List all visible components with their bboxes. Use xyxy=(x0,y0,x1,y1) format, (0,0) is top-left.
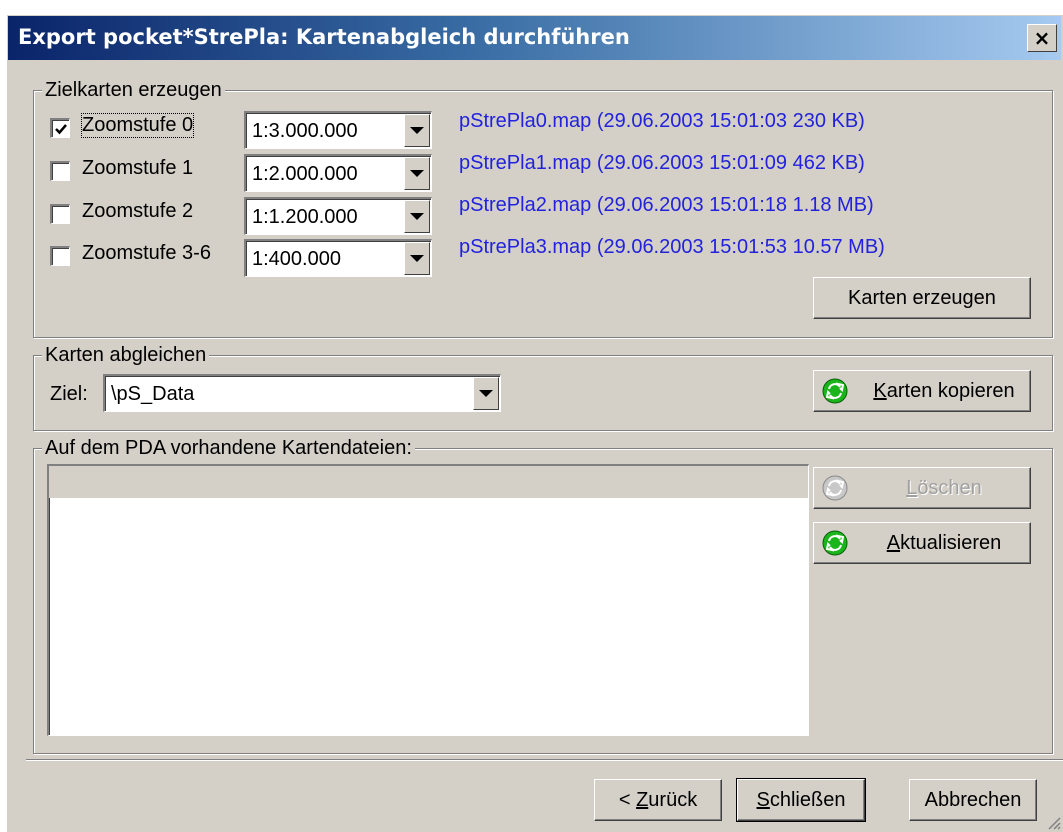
pda-file-list[interactable] xyxy=(47,464,809,736)
target-label: Ziel: xyxy=(50,383,88,405)
close-label: chließen xyxy=(769,788,846,811)
close-button[interactable]: × xyxy=(1027,24,1057,52)
zoom2-label[interactable]: Zoomstufe 2 xyxy=(82,200,193,223)
zoom2-map-info: pStrePla2.map (29.06.2003 15:01:18 1.18 … xyxy=(459,194,874,216)
sync-icon xyxy=(822,530,848,556)
cancel-button[interactable]: Abbrechen xyxy=(909,779,1037,821)
resize-grip-icon[interactable] xyxy=(1045,814,1061,830)
zoom0-map-info: pStrePla0.map (29.06.2003 15:01:03 230 K… xyxy=(459,110,865,132)
chevron-down-icon[interactable] xyxy=(404,114,430,147)
zoom3-checkbox[interactable] xyxy=(50,246,70,266)
chevron-down-icon[interactable] xyxy=(404,200,430,233)
karten-erzeugen-button[interactable]: Karten erzeugen xyxy=(813,277,1031,319)
close-dialog-button[interactable]: Schließen xyxy=(736,778,866,822)
back-button[interactable]: < Zurück xyxy=(594,779,722,821)
zoom3-map-info: pStrePla3.map (29.06.2003 15:01:53 10.57… xyxy=(459,236,885,258)
zoom0-checkbox[interactable] xyxy=(50,118,70,138)
dialog-window: Export pocket*StrePla: Kartenabgleich du… xyxy=(6,14,1063,832)
copy-accel: K xyxy=(873,379,887,402)
zoom3-label[interactable]: Zoomstufe 3-6 xyxy=(82,242,211,265)
checkmark-icon xyxy=(54,123,67,134)
group-abgleich-title: Karten abgleichen xyxy=(42,342,210,368)
sync-disabled-icon xyxy=(822,475,848,501)
zoom1-map-info: pStrePla1.map (29.06.2003 15:01:09 462 K… xyxy=(459,152,865,174)
loeschen-button[interactable]: Löschen xyxy=(813,467,1031,509)
close-accel: S xyxy=(756,788,770,811)
zoom0-scale-select[interactable]: 1:3.000.000 xyxy=(244,111,432,149)
sync-icon xyxy=(822,378,848,404)
zoom2-checkbox[interactable] xyxy=(50,204,70,224)
refresh-label: ktualisieren xyxy=(900,531,1002,554)
group-pda-title: Auf dem PDA vorhandene Kartendateien: xyxy=(42,435,415,461)
copy-label: arten kopieren xyxy=(886,379,1015,402)
aktualisieren-button[interactable]: Aktualisieren xyxy=(813,522,1031,564)
chevron-down-icon[interactable] xyxy=(473,377,499,410)
group-zielkarten-title: Zielkarten erzeugen xyxy=(42,77,225,103)
window-title: Export pocket*StrePla: Kartenabgleich du… xyxy=(18,25,630,49)
footer-separator-highlight xyxy=(26,760,1063,761)
title-bar[interactable]: Export pocket*StrePla: Kartenabgleich du… xyxy=(8,16,1061,60)
zoom1-checkbox[interactable] xyxy=(50,161,70,181)
zoom1-scale-value: 1:2.000.000 xyxy=(252,163,358,185)
delete-accel: L xyxy=(906,476,918,499)
back-prefix: < xyxy=(618,788,637,811)
close-icon: × xyxy=(1033,26,1051,50)
delete-label: öschen xyxy=(917,476,982,499)
back-label: urück xyxy=(648,788,698,811)
chevron-down-icon[interactable] xyxy=(404,242,430,275)
zoom3-scale-value: 1:400.000 xyxy=(252,248,341,270)
target-select[interactable]: \pS_Data xyxy=(103,374,501,412)
target-value: \pS_Data xyxy=(111,383,195,405)
karten-kopieren-button[interactable]: Karten kopieren xyxy=(813,370,1031,412)
zoom0-label[interactable]: Zoomstufe 0 xyxy=(80,113,195,138)
zoom1-scale-select[interactable]: 1:2.000.000 xyxy=(244,154,432,192)
zoom0-scale-value: 1:3.000.000 xyxy=(252,120,358,142)
zoom3-scale-select[interactable]: 1:400.000 xyxy=(244,239,432,277)
chevron-down-icon[interactable] xyxy=(404,157,430,190)
refresh-accel: A xyxy=(886,531,901,554)
zoom2-scale-value: 1:1.200.000 xyxy=(252,206,358,228)
zoom1-label[interactable]: Zoomstufe 1 xyxy=(82,157,193,180)
back-accel: Z xyxy=(636,788,649,811)
zoom2-scale-select[interactable]: 1:1.200.000 xyxy=(244,197,432,235)
file-list-header[interactable] xyxy=(49,466,808,498)
